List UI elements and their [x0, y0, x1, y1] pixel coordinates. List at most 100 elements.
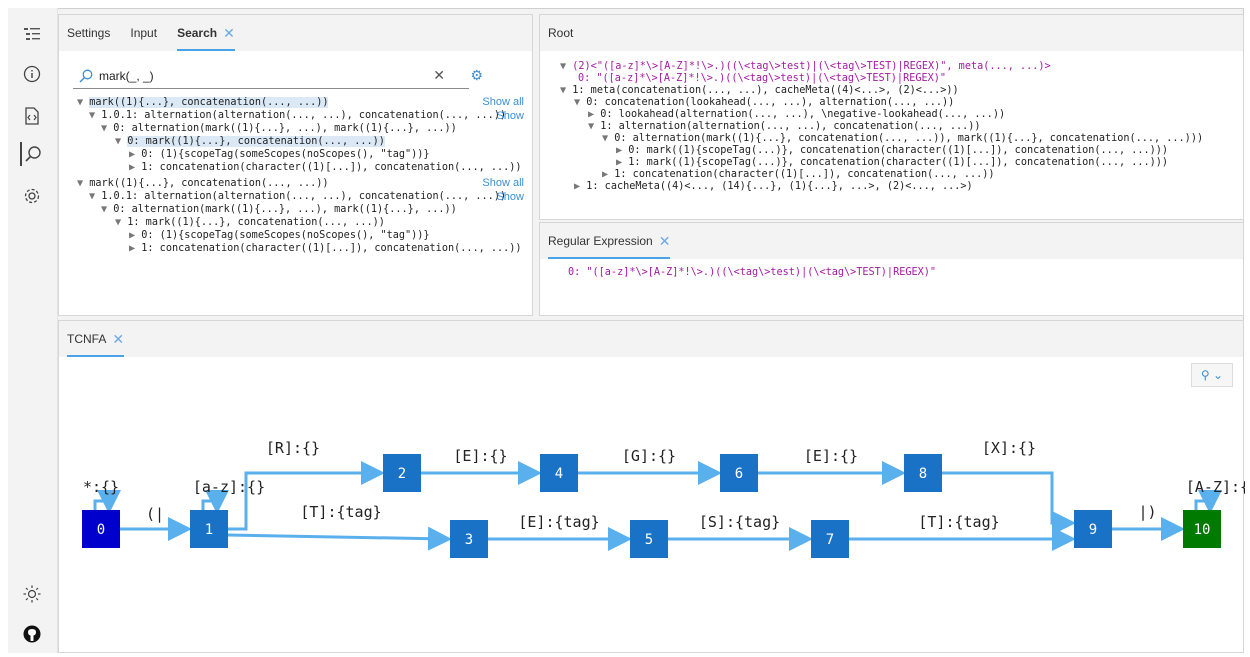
state-node-1[interactable]: 1: [190, 510, 228, 548]
result-text: 1.0.1: alternation(alternation(..., ...)…: [101, 110, 507, 121]
activity-rail: [8, 8, 58, 653]
close-tab-icon[interactable]: ✕: [659, 233, 671, 250]
tab-tcnfa[interactable]: TCNFA ✕: [67, 321, 125, 357]
state-label: 3: [465, 532, 473, 548]
tab-label: Settings: [67, 26, 111, 40]
tree-text: 1: meta(concatenation(..., ...), cacheMe…: [572, 85, 959, 96]
tab-label: Input: [130, 26, 158, 40]
edge-label: [T]:{tag}: [300, 503, 381, 521]
show-link[interactable]: Show: [496, 110, 524, 122]
close-tab-icon[interactable]: ✕: [223, 25, 235, 42]
edge-label: [T]:{tag}: [918, 513, 999, 531]
root-tree-row[interactable]: ▼ (2)<"([a-z]*\>[A-Z]*!\>.)((\<tag\>test…: [560, 61, 1051, 73]
tree-text: (2)<"([a-z]*\>[A-Z]*!\>.)((\<tag\>test)|…: [572, 61, 1051, 72]
result-text: 0: (1){scopeTag(someScopes(noScopes(), "…: [141, 230, 430, 241]
close-tab-icon[interactable]: ✕: [112, 331, 124, 348]
edge-label: [X]:{}: [982, 439, 1036, 457]
tree-text: 0: alternation(mark((1){...}, concatenat…: [614, 133, 1204, 144]
result-text: mark((1){...}, concatenation(..., ...)): [89, 97, 329, 108]
tree-text: 0: lookahead(alternation(..., ...), \neg…: [600, 109, 1006, 120]
tab-regular-expression[interactable]: Regular Expression ✕: [548, 223, 671, 259]
result-text: mark((1){...}, concatenation(..., ...)): [89, 178, 329, 189]
root-tree-row[interactable]: ▶ 0: lookahead(alternation(..., ...), \n…: [588, 109, 1005, 121]
state-label: 1: [205, 522, 213, 538]
search-result-row[interactable]: ▼ mark((1){...}, concatenation(..., ...)…: [77, 178, 328, 190]
clear-search-icon[interactable]: ✕: [433, 67, 445, 84]
state-node-2[interactable]: 2: [383, 454, 421, 492]
show-all-link[interactable]: Show all: [482, 177, 524, 189]
outline-icon[interactable]: [20, 22, 44, 46]
edge-label: *:{}: [83, 478, 119, 496]
edge-1-1: [201, 490, 229, 514]
tree-text: 1: mark((1){scopeTag(...)}, concatenatio…: [628, 157, 1169, 168]
edge-1-3: [227, 526, 452, 551]
search-result-row[interactable]: ▶ 1: concatenation(character((1)[...]), …: [129, 243, 522, 255]
theme-sun-icon[interactable]: [20, 582, 44, 606]
github-icon[interactable]: [20, 622, 44, 646]
state-node-8[interactable]: 8: [904, 454, 942, 492]
settings-gear-icon[interactable]: [20, 184, 44, 208]
state-label: 4: [555, 466, 563, 482]
edge-10-10: [1194, 490, 1222, 514]
regex-text: 0: "([a-z]*\>[A-Z]*!\>.)((\<tag\>test)|(…: [568, 267, 937, 278]
state-node-9[interactable]: 9: [1074, 510, 1112, 548]
state-node-0[interactable]: 0: [82, 510, 120, 548]
tcnfa-panel: TCNFA ✕ ⚲ ⌄ *:{} [a-z]:{} (| [R]:{} [T]:{tag}…: [58, 320, 1245, 653]
show-all-link[interactable]: Show all: [482, 96, 524, 108]
root-tree-row[interactable]: ▼ 0: concatenation(lookahead(..., ...), …: [574, 97, 954, 109]
search-result-row[interactable]: ▶ 0: (1){scopeTag(someScopes(noScopes(),…: [129, 230, 430, 242]
state-node-10[interactable]: 10: [1183, 510, 1221, 548]
root-tree-row[interactable]: ▶ 1: cacheMeta((4)<..., (14){...}, (1){.…: [574, 181, 973, 193]
search-result-row[interactable]: ▼ mark((1){...}, concatenation(..., ...)…: [77, 97, 329, 109]
search-result-row[interactable]: ▼ 0: mark((1){...}, concatenation(..., .…: [115, 136, 385, 148]
tcnfa-panel-tabbar: TCNFA ✕: [59, 321, 1243, 357]
show-link[interactable]: Show: [496, 191, 524, 203]
root-tree-row[interactable]: 0: "([a-z]*\>[A-Z]*!\>.)((\<tag\>test)|(…: [578, 73, 946, 85]
search-query: mark(_, _): [99, 68, 154, 83]
search-input[interactable]: mark(_, _) ✕ ⚙: [73, 63, 483, 89]
info-icon[interactable]: [20, 62, 44, 86]
search-icon[interactable]: [20, 142, 44, 166]
tab-search[interactable]: Search ✕: [177, 15, 235, 51]
search-result-row[interactable]: ▶ 1: concatenation(character((1)[...]), …: [129, 162, 522, 174]
state-label: 5: [645, 532, 653, 548]
root-tree-row[interactable]: ▼ 1: alternation(alternation(..., ...), …: [588, 121, 981, 133]
root-panel: Root ▼ (2)<"([a-z]*\>[A-Z]*!\>.)((\<tag\…: [539, 14, 1244, 220]
root-tree-row[interactable]: ▶ 0: mark((1){scopeTag(...)}, concatenat…: [616, 145, 1168, 157]
result-text: 0: alternation(mark((1){...}, ...), mark…: [113, 123, 457, 134]
edge-label: (|: [146, 505, 164, 523]
search-result-row[interactable]: ▶ 0: (1){scopeTag(someScopes(noScopes(),…: [129, 149, 430, 161]
edge-label: [S]:{tag}: [699, 513, 780, 531]
search-options-gear-icon[interactable]: ⚙: [470, 67, 483, 84]
search-result-row[interactable]: ▼ 0: alternation(mark((1){...}, ...), ma…: [101, 123, 457, 135]
tab-settings[interactable]: Settings: [67, 15, 110, 51]
edge-label: [E]:{}: [453, 447, 507, 465]
state-node-7[interactable]: 7: [811, 520, 849, 558]
regex-row[interactable]: 0: "([a-z]*\>[A-Z]*!\>.)((\<tag\>test)|(…: [568, 267, 936, 279]
edge-label: |): [1138, 503, 1156, 521]
search-result-row[interactable]: ▼ 1.0.1: alternation(alternation(..., ..…: [89, 191, 506, 203]
tree-text: 0: "([a-z]*\>[A-Z]*!\>.)((\<tag\>test)|(…: [578, 73, 947, 84]
state-node-6[interactable]: 6: [720, 454, 758, 492]
state-node-5[interactable]: 5: [630, 520, 668, 558]
tree-text: 1: concatenation(character((1)[...]), co…: [614, 169, 995, 180]
state-label: 6: [735, 466, 743, 482]
tab-input[interactable]: Input: [130, 15, 157, 51]
state-node-3[interactable]: 3: [450, 520, 488, 558]
search-result-row[interactable]: ▼ 1.0.1: alternation(alternation(..., ..…: [89, 110, 506, 122]
tree-text: 0: mark((1){scopeTag(...)}, concatenatio…: [628, 145, 1169, 156]
search-result-row[interactable]: ▼ 1: mark((1){...}, concatenation(..., .…: [115, 217, 385, 229]
code-file-icon[interactable]: [20, 104, 44, 128]
tcnfa-graph: *:{} [a-z]:{} (| [R]:{} [T]:{tag} [E]:{} [G]:{…: [82, 439, 1245, 558]
edge-label: [G]:{}: [622, 447, 676, 465]
result-text: 1.0.1: alternation(alternation(..., ...)…: [101, 191, 507, 202]
tab-root[interactable]: Root: [548, 15, 573, 51]
search-result-row[interactable]: ▼ 0: alternation(mark((1){...}, ...), ma…: [101, 204, 457, 216]
root-tree-row[interactable]: ▼ 1: meta(concatenation(..., ...), cache…: [560, 85, 959, 97]
result-text: 1: concatenation(character((1)[...]), co…: [141, 243, 522, 254]
root-tree-row[interactable]: ▼ 0: alternation(mark((1){...}, concaten…: [602, 133, 1203, 145]
root-tree-row[interactable]: ▶ 1: mark((1){scopeTag(...)}, concatenat…: [616, 157, 1168, 169]
root-tree-row[interactable]: ▶ 1: concatenation(character((1)[...]), …: [602, 169, 995, 181]
search-panel-tabbar: Settings Input Search ✕: [59, 15, 532, 51]
state-node-4[interactable]: 4: [540, 454, 578, 492]
